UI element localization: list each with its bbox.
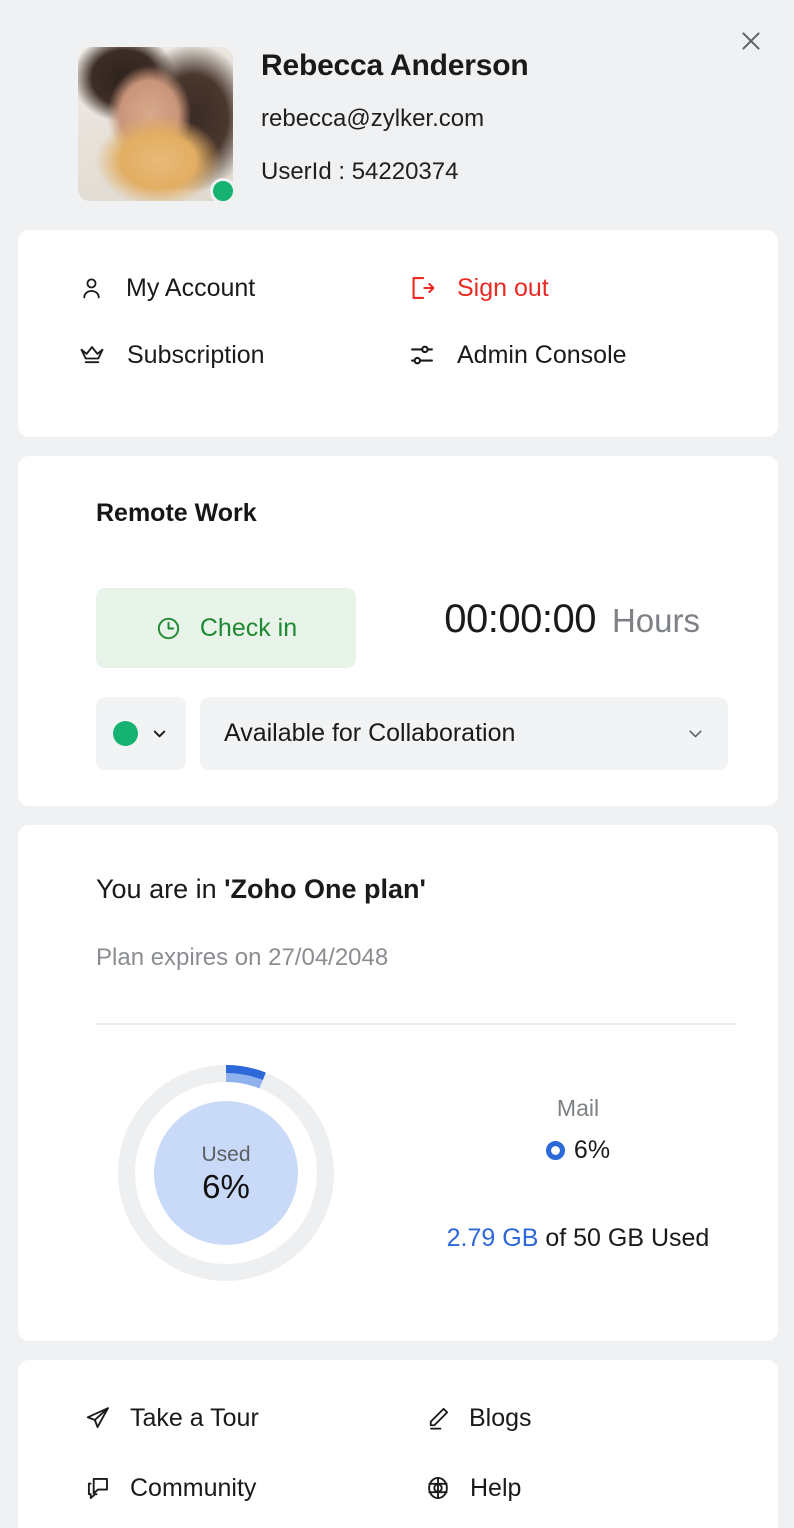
crown-icon — [78, 341, 106, 369]
plan-title: You are in 'Zoho One plan' — [96, 876, 426, 903]
user-name: Rebecca Anderson — [261, 51, 528, 81]
menu-item-label: My Account — [126, 276, 255, 301]
user-id: UserId : 54220374 — [261, 160, 528, 184]
plan-expiry: Plan expires on 27/04/2048 — [96, 946, 388, 970]
account-menu-card: My Account Sign out — [18, 230, 778, 437]
legend-series-value: 6% — [574, 1138, 610, 1163]
menu-item-label: Admin Console — [457, 343, 627, 368]
user-email: rebecca@zylker.com — [261, 107, 528, 131]
remote-work-title: Remote Work — [96, 501, 257, 526]
check-in-button[interactable]: Check in — [96, 588, 356, 668]
remote-work-card: Remote Work Check in 00:00:00 Hours — [18, 456, 778, 806]
availability-color-dropdown[interactable] — [96, 697, 186, 770]
work-timer: 00:00:00 Hours — [444, 599, 700, 639]
link-item-label: Blogs — [469, 1406, 532, 1431]
close-button[interactable] — [732, 22, 770, 60]
menu-item-my-account[interactable]: My Account — [78, 274, 408, 302]
plan-storage-card: You are in 'Zoho One plan' Plan expires … — [18, 825, 778, 1341]
storage-legend: Mail 6% — [418, 1097, 738, 1163]
chat-bubbles-icon — [84, 1474, 112, 1502]
link-item-label: Help — [470, 1476, 521, 1501]
legend-marker-icon — [546, 1141, 565, 1160]
link-item-label: Take a Tour — [130, 1406, 259, 1431]
availability-status-label: Available for Collaboration — [224, 721, 515, 746]
plan-title-prefix: You are in — [96, 874, 224, 904]
avatar-image — [78, 47, 233, 201]
storage-total-value: of 50 GB Used — [538, 1224, 709, 1252]
close-icon — [738, 28, 764, 54]
donut-center-value: 6% — [202, 1170, 250, 1203]
menu-item-subscription[interactable]: Subscription — [78, 341, 408, 369]
lifebuoy-icon — [424, 1474, 452, 1502]
storage-used-value: 2.79 GB — [447, 1224, 539, 1252]
user-icon — [78, 275, 105, 302]
plan-name: 'Zoho One plan' — [224, 874, 426, 904]
pencil-icon — [424, 1405, 451, 1432]
menu-item-label: Subscription — [127, 343, 265, 368]
profile-header: Rebecca Anderson rebecca@zylker.com User… — [78, 47, 528, 201]
clock-icon — [155, 615, 182, 642]
signout-icon — [408, 274, 436, 302]
legend-entry: 6% — [418, 1138, 738, 1163]
availability-dot — [113, 721, 138, 746]
menu-item-sign-out[interactable]: Sign out — [408, 274, 778, 302]
check-in-label: Check in — [200, 616, 297, 641]
donut-center-label: Used — [201, 1144, 250, 1165]
chevron-down-icon — [685, 723, 706, 744]
sliders-icon — [408, 341, 436, 369]
presence-status-dot — [210, 178, 236, 204]
menu-item-label: Sign out — [457, 276, 549, 301]
card-divider — [96, 1023, 736, 1025]
availability-status-dropdown[interactable]: Available for Collaboration — [200, 697, 728, 770]
availability-row: Available for Collaboration — [96, 697, 728, 770]
timer-value: 00:00:00 — [444, 599, 596, 639]
link-item-blogs[interactable]: Blogs — [424, 1404, 778, 1432]
link-item-take-a-tour[interactable]: Take a Tour — [84, 1404, 424, 1432]
chevron-down-icon — [150, 724, 169, 743]
resources-card: Take a Tour Blogs Comm — [18, 1360, 778, 1528]
storage-donut-chart: Used 6% — [118, 1065, 334, 1281]
donut-center: Used 6% — [154, 1101, 298, 1245]
link-item-help[interactable]: Help — [424, 1474, 778, 1502]
link-item-community[interactable]: Community — [84, 1474, 424, 1502]
link-item-label: Community — [130, 1476, 256, 1501]
menu-item-admin-console[interactable]: Admin Console — [408, 341, 778, 369]
profile-details: Rebecca Anderson rebecca@zylker.com User… — [261, 47, 528, 184]
timer-unit: Hours — [612, 604, 700, 637]
user-profile-panel: Rebecca Anderson rebecca@zylker.com User… — [0, 0, 794, 1528]
paper-plane-icon — [84, 1404, 112, 1432]
legend-series-name: Mail — [418, 1097, 738, 1120]
avatar[interactable] — [78, 47, 233, 201]
storage-summary: 2.79 GB of 50 GB Used — [398, 1226, 758, 1251]
